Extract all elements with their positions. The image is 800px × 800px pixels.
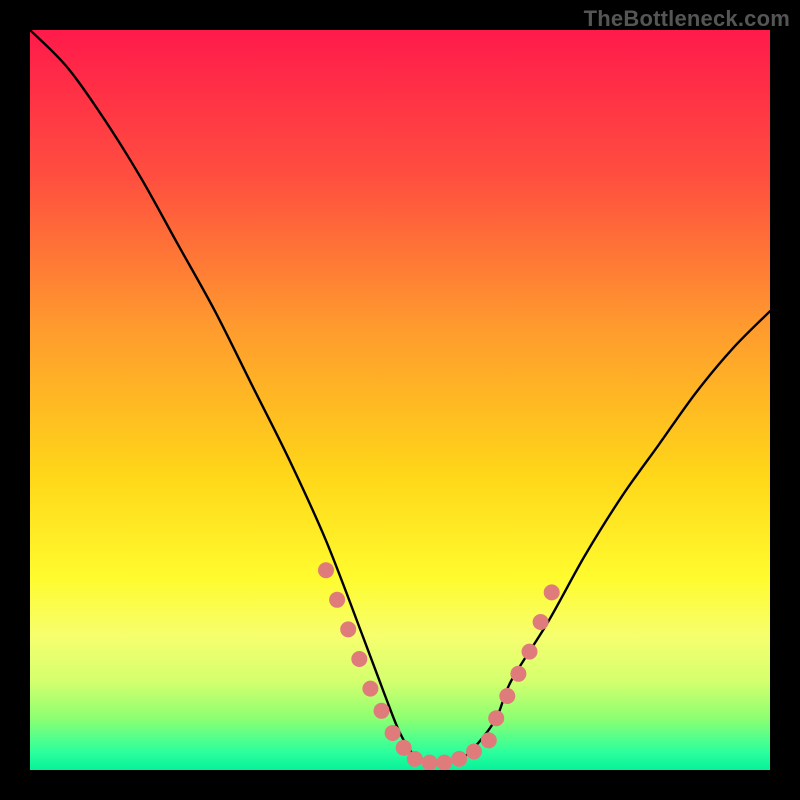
curve-marker xyxy=(340,621,356,637)
curve-marker xyxy=(488,710,504,726)
curve-marker xyxy=(499,688,515,704)
curve-marker xyxy=(451,751,467,767)
attribution-watermark: TheBottleneck.com xyxy=(584,6,790,32)
chart-svg xyxy=(30,30,770,770)
curve-marker xyxy=(329,592,345,608)
plot-area xyxy=(30,30,770,770)
curve-marker xyxy=(407,751,423,767)
curve-marker xyxy=(522,644,538,660)
curve-marker xyxy=(385,725,401,741)
curve-marker xyxy=(318,562,334,578)
curve-marker xyxy=(510,666,526,682)
chart-background xyxy=(30,30,770,770)
curve-marker xyxy=(544,584,560,600)
chart-frame: TheBottleneck.com xyxy=(0,0,800,800)
curve-marker xyxy=(436,755,452,770)
curve-marker xyxy=(481,732,497,748)
curve-marker xyxy=(466,744,482,760)
curve-marker xyxy=(351,651,367,667)
curve-marker xyxy=(533,614,549,630)
curve-marker xyxy=(422,755,438,770)
curve-marker xyxy=(362,681,378,697)
curve-marker xyxy=(374,703,390,719)
